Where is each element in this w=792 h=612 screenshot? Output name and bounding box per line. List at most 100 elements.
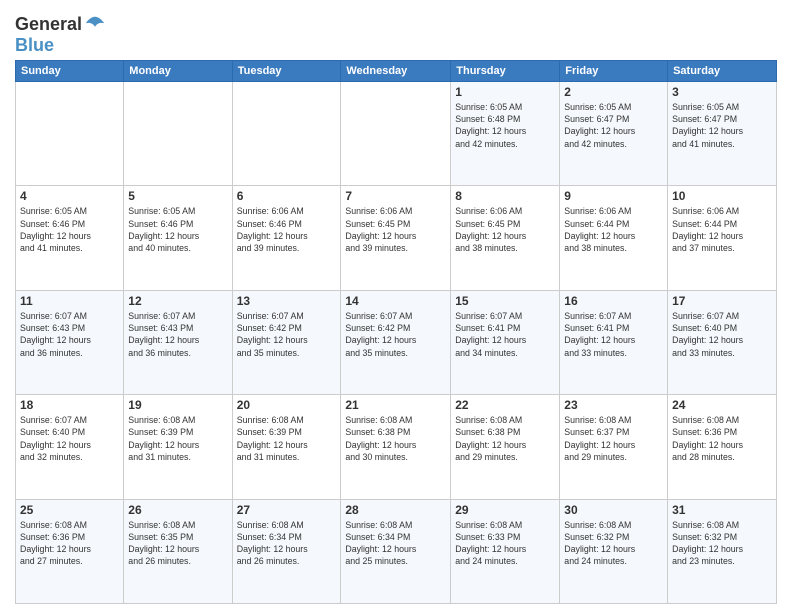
calendar-table: SundayMondayTuesdayWednesdayThursdayFrid… [15, 60, 777, 604]
day-info: Sunrise: 6:08 AMSunset: 6:33 PMDaylight:… [455, 519, 555, 568]
calendar-cell: 22Sunrise: 6:08 AMSunset: 6:38 PMDayligh… [451, 395, 560, 499]
calendar-cell: 15 Sunrise: 6:07 AMSunset: 6:41 PMDayligh… [451, 290, 560, 394]
day-info: Sunrise: 6:07 AMSunset: 6:42 PMDaylight:… [345, 310, 446, 359]
calendar-cell: 7 Sunrise: 6:06 AMSunset: 6:45 PMDaylight… [341, 186, 451, 290]
header: General Blue [15, 10, 777, 56]
calendar-cell: 14 Sunrise: 6:07 AMSunset: 6:42 PMDayligh… [341, 290, 451, 394]
calendar-cell: 4Sunrise: 6:05 AMSunset: 6:46 PMDaylight… [16, 186, 124, 290]
calendar-cell [341, 81, 451, 185]
calendar-cell: 12 Sunrise: 6:07 AMSunset: 6:43 PMDayligh… [124, 290, 232, 394]
calendar-cell [232, 81, 341, 185]
day-number: 1 [455, 85, 555, 99]
page: General Blue SundayMondayTuesdayWednesda… [0, 0, 792, 612]
day-number: 21 [345, 398, 446, 412]
day-info: Sunrise: 6:08 AMSunset: 6:39 PMDaylight:… [128, 414, 227, 463]
week-row-1: 1 Sunrise: 6:05 AMSunset: 6:48 PMDaylight… [16, 81, 777, 185]
day-info: Sunrise: 6:07 AMSunset: 6:43 PMDaylight:… [20, 310, 119, 359]
calendar-cell: 23 Sunrise: 6:08 AMSunset: 6:37 PMDayligh… [560, 395, 668, 499]
day-info: Sunrise: 6:07 AMSunset: 6:41 PMDaylight:… [455, 310, 555, 359]
day-info: Sunrise: 6:08 AMSunset: 6:37 PMDaylight:… [564, 414, 663, 463]
day-info: Sunrise: 6:05 AMSunset: 6:48 PMDaylight:… [455, 101, 555, 150]
day-number: 31 [672, 503, 772, 517]
day-number: 13 [237, 294, 337, 308]
calendar-cell: 26 Sunrise: 6:08 AMSunset: 6:35 PMDayligh… [124, 499, 232, 603]
calendar-cell: 17 Sunrise: 6:07 AMSunset: 6:40 PMDayligh… [668, 290, 777, 394]
day-number: 26 [128, 503, 227, 517]
calendar-cell: 30 Sunrise: 6:08 AMSunset: 6:32 PMDayligh… [560, 499, 668, 603]
calendar-cell: 27Sunrise: 6:08 AMSunset: 6:34 PMDayligh… [232, 499, 341, 603]
weekday-header-tuesday: Tuesday [232, 60, 341, 81]
day-info: Sunrise: 6:06 AMSunset: 6:44 PMDaylight:… [672, 205, 772, 254]
day-info: Sunrise: 6:07 AMSunset: 6:40 PMDaylight:… [672, 310, 772, 359]
day-number: 8 [455, 189, 555, 203]
day-number: 5 [128, 189, 227, 203]
calendar-cell [16, 81, 124, 185]
day-number: 11 [20, 294, 119, 308]
day-number: 14 [345, 294, 446, 308]
day-number: 2 [564, 85, 663, 99]
day-number: 3 [672, 85, 772, 99]
day-number: 28 [345, 503, 446, 517]
day-number: 25 [20, 503, 119, 517]
calendar-cell: 11 Sunrise: 6:07 AMSunset: 6:43 PMDayligh… [16, 290, 124, 394]
day-info: Sunrise: 6:08 AMSunset: 6:34 PMDaylight:… [237, 519, 337, 568]
calendar-cell: 8Sunrise: 6:06 AMSunset: 6:45 PMDaylight… [451, 186, 560, 290]
day-info: Sunrise: 6:08 AMSunset: 6:36 PMDaylight:… [20, 519, 119, 568]
day-info: Sunrise: 6:05 AMSunset: 6:47 PMDaylight:… [672, 101, 772, 150]
day-info: Sunrise: 6:08 AMSunset: 6:36 PMDaylight:… [672, 414, 772, 463]
weekday-header-monday: Monday [124, 60, 232, 81]
day-number: 18 [20, 398, 119, 412]
day-number: 7 [345, 189, 446, 203]
day-number: 24 [672, 398, 772, 412]
day-info: Sunrise: 6:05 AMSunset: 6:46 PMDaylight:… [128, 205, 227, 254]
day-info: Sunrise: 6:07 AMSunset: 6:42 PMDaylight:… [237, 310, 337, 359]
day-number: 23 [564, 398, 663, 412]
calendar-cell: 24 Sunrise: 6:08 AMSunset: 6:36 PMDayligh… [668, 395, 777, 499]
weekday-header-row: SundayMondayTuesdayWednesdayThursdayFrid… [16, 60, 777, 81]
day-info: Sunrise: 6:06 AMSunset: 6:46 PMDaylight:… [237, 205, 337, 254]
calendar-cell: 6 Sunrise: 6:06 AMSunset: 6:46 PMDaylight… [232, 186, 341, 290]
day-number: 29 [455, 503, 555, 517]
calendar-cell: 21 Sunrise: 6:08 AMSunset: 6:38 PMDayligh… [341, 395, 451, 499]
week-row-3: 11 Sunrise: 6:07 AMSunset: 6:43 PMDayligh… [16, 290, 777, 394]
day-info: Sunrise: 6:08 AMSunset: 6:32 PMDaylight:… [564, 519, 663, 568]
logo-bird-icon [84, 14, 106, 36]
logo-text-general: General [15, 15, 82, 35]
calendar-cell: 25 Sunrise: 6:08 AMSunset: 6:36 PMDayligh… [16, 499, 124, 603]
weekday-header-wednesday: Wednesday [341, 60, 451, 81]
day-info: Sunrise: 6:08 AMSunset: 6:39 PMDaylight:… [237, 414, 337, 463]
day-info: Sunrise: 6:08 AMSunset: 6:32 PMDaylight:… [672, 519, 772, 568]
week-row-2: 4Sunrise: 6:05 AMSunset: 6:46 PMDaylight… [16, 186, 777, 290]
day-number: 30 [564, 503, 663, 517]
week-row-4: 18 Sunrise: 6:07 AMSunset: 6:40 PMDayligh… [16, 395, 777, 499]
calendar-cell: 16Sunrise: 6:07 AMSunset: 6:41 PMDayligh… [560, 290, 668, 394]
day-info: Sunrise: 6:06 AMSunset: 6:45 PMDaylight:… [345, 205, 446, 254]
day-number: 19 [128, 398, 227, 412]
calendar-cell: 29 Sunrise: 6:08 AMSunset: 6:33 PMDayligh… [451, 499, 560, 603]
day-info: Sunrise: 6:05 AMSunset: 6:46 PMDaylight:… [20, 205, 119, 254]
day-number: 10 [672, 189, 772, 203]
day-info: Sunrise: 6:08 AMSunset: 6:35 PMDaylight:… [128, 519, 227, 568]
calendar-cell: 19 Sunrise: 6:08 AMSunset: 6:39 PMDayligh… [124, 395, 232, 499]
calendar-cell: 2 Sunrise: 6:05 AMSunset: 6:47 PMDaylight… [560, 81, 668, 185]
calendar-cell: 9Sunrise: 6:06 AMSunset: 6:44 PMDaylight… [560, 186, 668, 290]
day-number: 12 [128, 294, 227, 308]
calendar-cell: 18 Sunrise: 6:07 AMSunset: 6:40 PMDayligh… [16, 395, 124, 499]
weekday-header-saturday: Saturday [668, 60, 777, 81]
calendar-cell: 10 Sunrise: 6:06 AMSunset: 6:44 PMDayligh… [668, 186, 777, 290]
day-info: Sunrise: 6:05 AMSunset: 6:47 PMDaylight:… [564, 101, 663, 150]
week-row-5: 25 Sunrise: 6:08 AMSunset: 6:36 PMDayligh… [16, 499, 777, 603]
day-number: 6 [237, 189, 337, 203]
weekday-header-thursday: Thursday [451, 60, 560, 81]
day-number: 15 [455, 294, 555, 308]
day-info: Sunrise: 6:08 AMSunset: 6:38 PMDaylight:… [455, 414, 555, 463]
calendar-cell: 20 Sunrise: 6:08 AMSunset: 6:39 PMDayligh… [232, 395, 341, 499]
day-info: Sunrise: 6:07 AMSunset: 6:40 PMDaylight:… [20, 414, 119, 463]
calendar-cell: 31 Sunrise: 6:08 AMSunset: 6:32 PMDayligh… [668, 499, 777, 603]
day-number: 17 [672, 294, 772, 308]
day-info: Sunrise: 6:08 AMSunset: 6:38 PMDaylight:… [345, 414, 446, 463]
calendar-cell: 5 Sunrise: 6:05 AMSunset: 6:46 PMDaylight… [124, 186, 232, 290]
logo-text-blue: Blue [15, 36, 106, 56]
day-info: Sunrise: 6:07 AMSunset: 6:43 PMDaylight:… [128, 310, 227, 359]
day-number: 20 [237, 398, 337, 412]
